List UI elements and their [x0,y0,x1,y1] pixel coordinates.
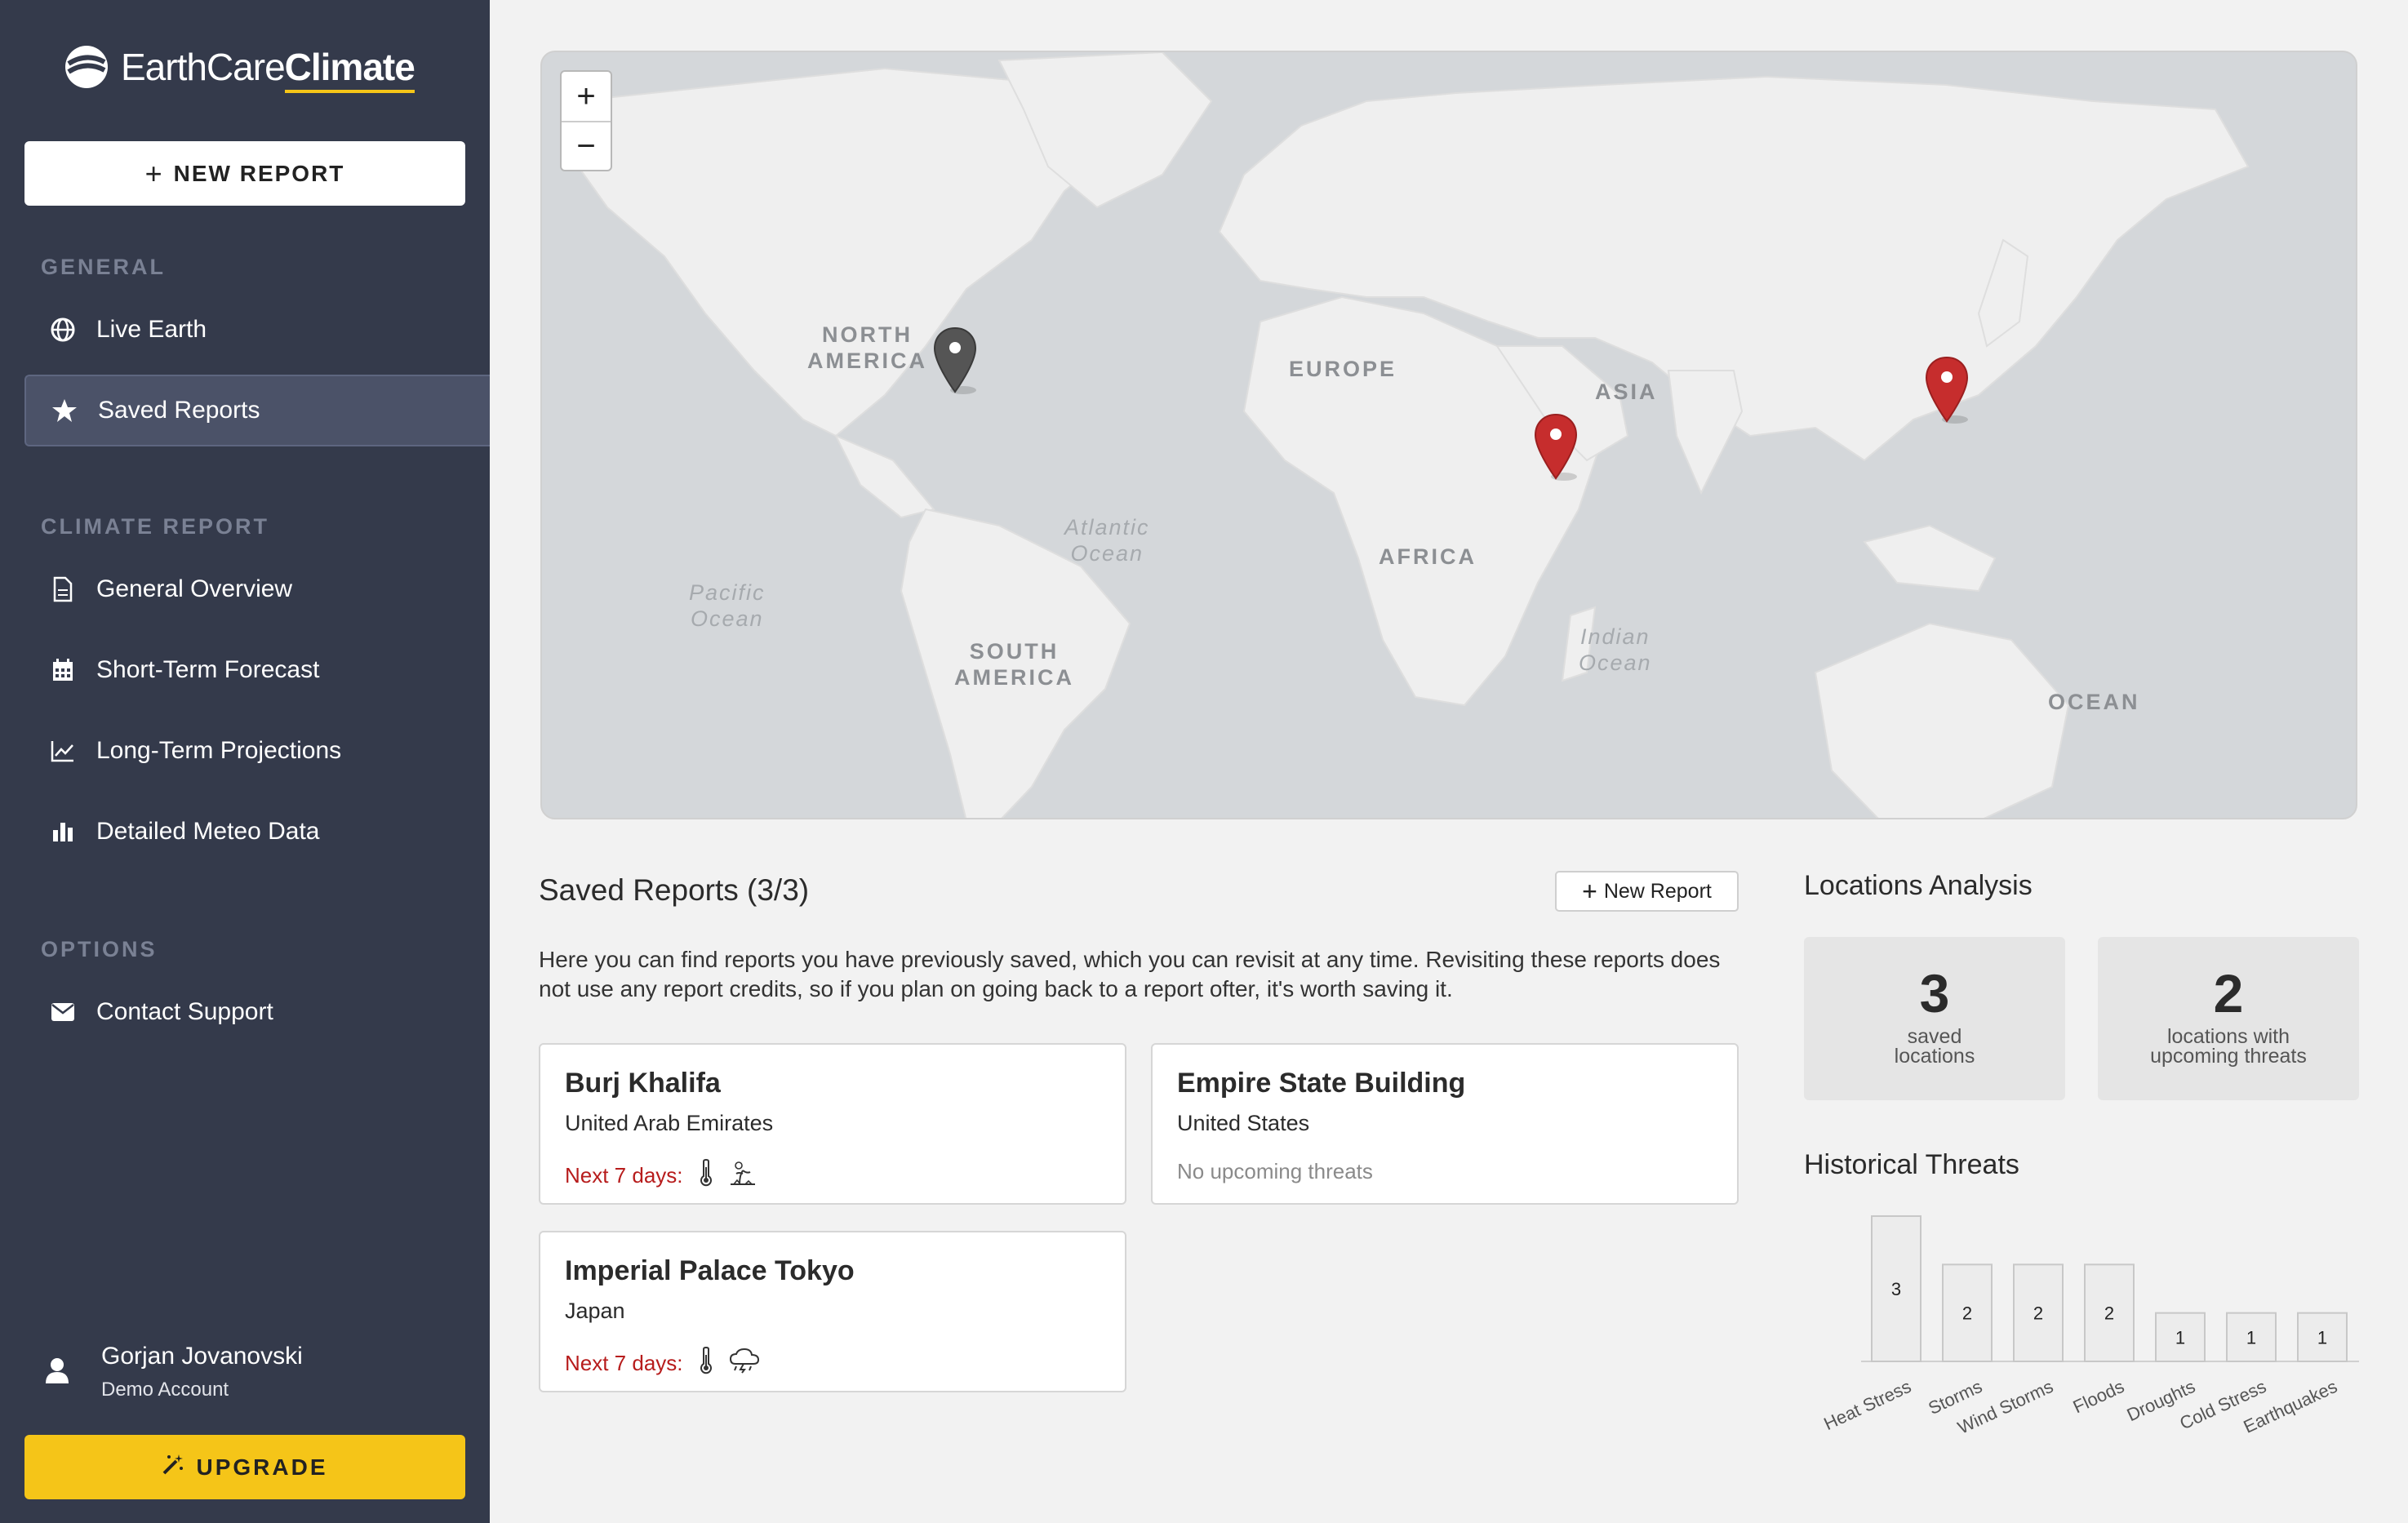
calendar-icon [49,656,77,684]
globe-icon [49,316,77,344]
sidebar-item-detailed-meteo-data[interactable]: Detailed Meteo Data [24,796,490,868]
storm-icon [729,1348,760,1379]
brand-name: EarthCareClimate [121,45,415,93]
plus-icon: + [144,156,164,190]
sidebar-item-label: Detailed Meteo Data [96,818,320,845]
brand-logo[interactable]: EarthCareClimate [64,41,415,93]
sidebar-item-label: Saved Reports [98,397,260,424]
chart-data-label: 2 [1962,1303,1972,1324]
chart-data-label: 2 [2104,1303,2114,1324]
map-label-south-america: SOUTH AMERICA [954,639,1074,690]
map-marker-burj-khalifa[interactable] [1533,413,1579,482]
map-label-asia: ASIA [1595,380,1658,404]
chart-tick-label: Heat Stress [1820,1376,1914,1434]
historical-threats-title: Historical Threats [1804,1149,2019,1180]
map-label-indian: Indian Ocean [1579,624,1652,675]
sidebar-item-live-earth[interactable]: Live Earth [24,294,490,366]
map-label-atlantic: Atlantic Ocean [1064,515,1150,566]
map-zoom-control: + − [560,70,612,171]
new-report-button-label: New Report [1603,879,1712,903]
report-card-burj-khalifa[interactable]: Burj Khalifa United Arab Emirates Next 7… [539,1043,1126,1205]
section-label-options: OPTIONS [41,937,158,961]
chart-data-label: 1 [2317,1327,2327,1348]
envelope-icon [49,998,77,1026]
drought-icon [729,1159,757,1192]
user-profile[interactable]: Gorjan Jovanovski Demo Account [46,1343,303,1401]
card-threats: No upcoming threats [1177,1159,1713,1184]
card-title: Imperial Palace Tokyo [565,1255,855,1286]
user-role: Demo Account [101,1379,229,1401]
map-label-africa: AFRICA [1379,544,1477,569]
sidebar-item-label: Contact Support [96,998,273,1025]
card-threats: Next 7 days: [565,1346,1100,1380]
section-label-general: GENERAL [41,255,167,279]
stat-upcoming-threats: 2 locations with upcoming threats [2098,937,2359,1100]
card-title: Empire State Building [1177,1068,1466,1099]
sidebar-item-label: Short-Term Forecast [96,656,320,683]
saved-reports-title: Saved Reports (3/3) [539,873,810,907]
card-country: United Arab Emirates [565,1111,774,1135]
saved-reports-description: Here you can find reports you have previ… [539,947,1721,1001]
map-label-oceania: OCEAN [2048,690,2140,714]
upgrade-label: UPGRADE [196,1454,328,1480]
bar-chart-icon [49,818,77,846]
stat-saved-locations: 3 saved locations [1804,937,2065,1100]
sidebar-item-label: Live Earth [96,316,207,343]
thermometer-icon [698,1158,714,1192]
report-card-empire-state[interactable]: Empire State Building United States No u… [1151,1043,1739,1205]
zoom-in-button[interactable]: + [562,72,611,121]
stat-value: 2 [2213,963,2244,1023]
card-country: United States [1177,1111,1310,1135]
user-icon [46,1357,69,1388]
sidebar-new-report-button[interactable]: + NEW REPORT [24,141,465,206]
stat-value: 3 [1919,963,1950,1023]
thermometer-icon [698,1346,714,1380]
sidebar-item-general-overview[interactable]: General Overview [24,553,490,625]
map-label-north-america: NORTH AMERICA [807,322,927,373]
threat-label: Next 7 days: [565,1351,683,1375]
map-marker-imperial-palace[interactable] [1924,356,1970,424]
sidebar-item-label: General Overview [96,575,293,602]
report-card-imperial-palace[interactable]: Imperial Palace Tokyo Japan Next 7 days: [539,1231,1126,1392]
magic-wand-icon [162,1453,184,1481]
map-label-pacific: Pacific Ocean [689,580,766,631]
threat-label: No upcoming threats [1177,1159,1373,1183]
plus-icon: + [1582,876,1597,906]
locations-analysis-title: Locations Analysis [1804,870,2033,901]
sidebar-item-saved-reports[interactable]: Saved Reports [24,375,490,446]
document-icon [49,575,77,603]
sidebar: EarthCareClimate + NEW REPORT GENERAL Li… [0,0,490,1523]
chart-data-label: 1 [2246,1327,2256,1348]
world-map[interactable]: + − NORTH AMERICA EUROPE ASIA AFRICA SOUT… [540,51,2357,819]
chart-data-label: 2 [2033,1303,2043,1324]
stat-label: locations with upcoming threats [2150,1025,2307,1068]
upgrade-button[interactable]: UPGRADE [24,1435,465,1499]
chart-tick-label: Floods [2070,1376,2127,1418]
historical-threats-chart: 3Heat Stress2Storms2Wind Storms2Floods1D… [1820,1215,2359,1438]
star-icon [51,397,78,424]
map-marker-empire-state[interactable] [932,326,978,395]
chart-data-label: 1 [2175,1327,2185,1348]
chart-data-label: 3 [1891,1279,1901,1299]
stat-label: saved locations [1894,1025,1975,1068]
earth-logo-icon [65,46,108,88]
sidebar-item-long-term-projections[interactable]: Long-Term Projections [24,715,490,787]
user-name: Gorjan Jovanovski [101,1343,303,1370]
map-label-europe: EUROPE [1289,357,1397,381]
sidebar-item-contact-support[interactable]: Contact Support [24,976,490,1048]
card-title: Burj Khalifa [565,1068,721,1099]
threat-label: Next 7 days: [565,1163,683,1188]
section-label-climate-report: CLIMATE REPORT [41,514,269,539]
line-chart-icon [49,737,77,765]
card-threats: Next 7 days: [565,1158,1100,1192]
new-report-button[interactable]: + New Report [1555,871,1739,912]
new-report-label: NEW REPORT [173,160,345,186]
sidebar-item-label: Long-Term Projections [96,737,342,764]
card-country: Japan [565,1299,625,1323]
sidebar-item-short-term-forecast[interactable]: Short-Term Forecast [24,634,490,706]
zoom-out-button[interactable]: − [562,121,611,170]
